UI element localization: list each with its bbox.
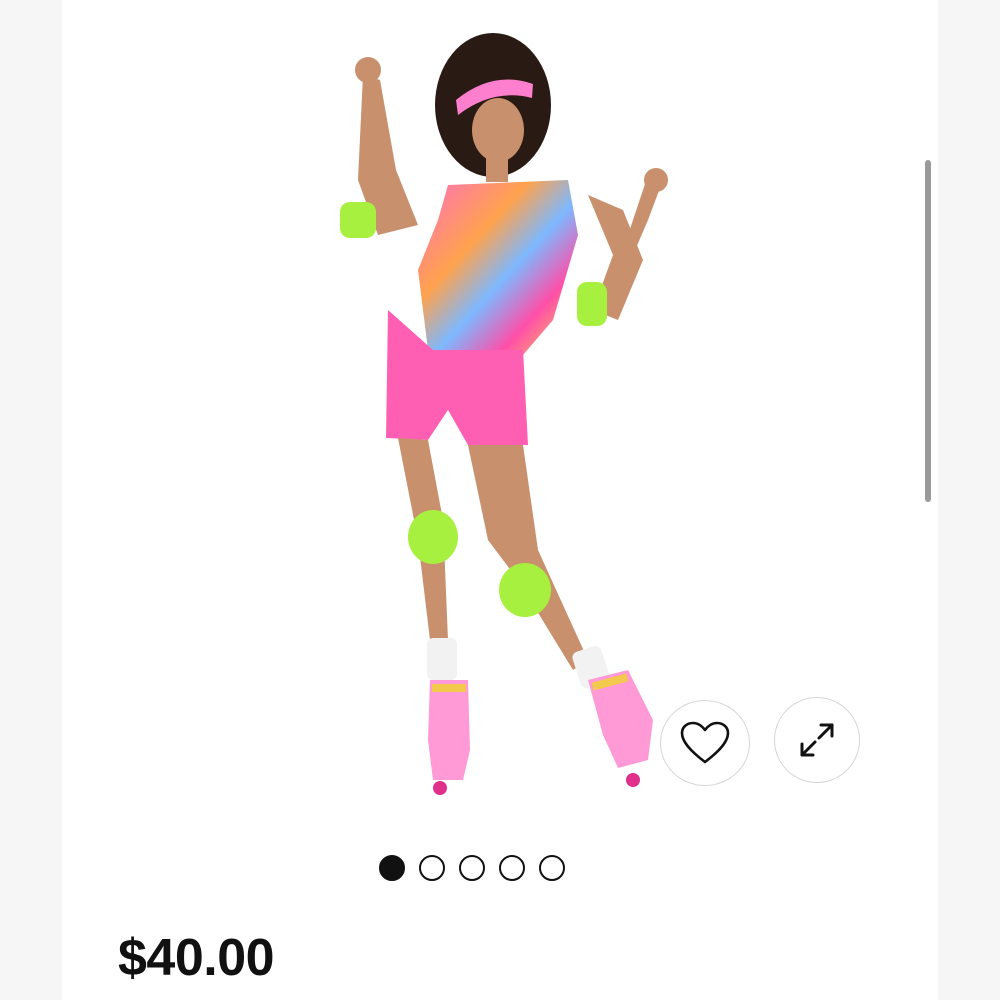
favorite-button[interactable] [660, 700, 750, 786]
product-price: $40.00 [118, 929, 275, 987]
expand-arrows-icon [800, 723, 834, 757]
expand-image-button[interactable] [774, 697, 860, 783]
product-image[interactable] [318, 20, 698, 810]
image-carousel-indicator [379, 855, 565, 881]
carousel-dot-2[interactable] [419, 855, 445, 881]
carousel-dot-1[interactable] [379, 855, 405, 881]
carousel-dot-5[interactable] [539, 855, 565, 881]
heart-icon [680, 721, 730, 764]
carousel-dot-4[interactable] [499, 855, 525, 881]
carousel-dot-3[interactable] [459, 855, 485, 881]
vertical-scrollbar[interactable] [925, 160, 931, 502]
